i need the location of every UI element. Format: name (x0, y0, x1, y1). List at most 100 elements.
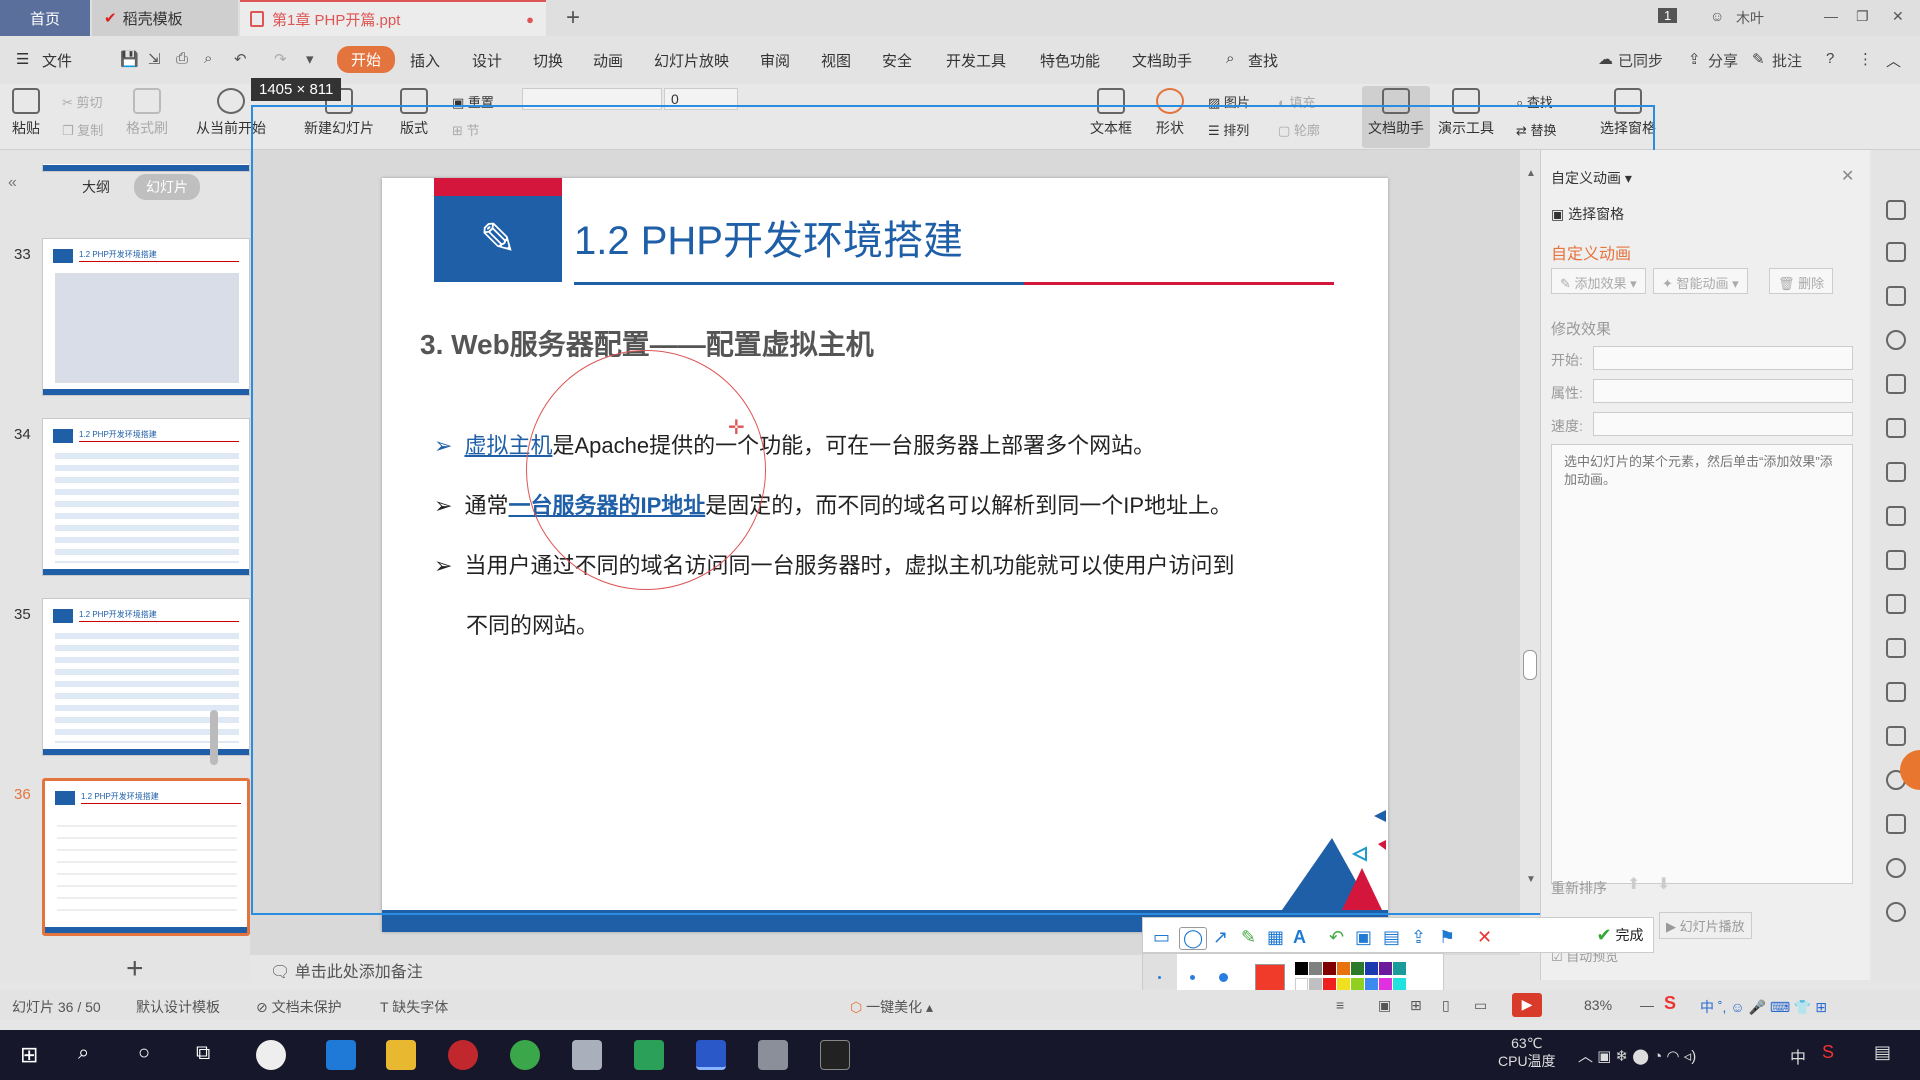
current-color-swatch[interactable] (1255, 964, 1285, 992)
rectangle-tool-icon[interactable]: ▭ (1153, 927, 1170, 948)
window-count-badge[interactable]: 1 (1658, 8, 1678, 23)
menu-view[interactable]: 视图 (821, 50, 851, 71)
play-slideshow-button[interactable]: ▶ (1512, 993, 1542, 1017)
archive-icon[interactable] (1886, 682, 1906, 702)
location-icon[interactable] (1886, 330, 1906, 350)
share-icon[interactable]: ⇪ (1688, 50, 1701, 68)
tab-modified-dot-icon[interactable]: ● (526, 12, 534, 27)
app-gray-icon[interactable] (758, 1040, 788, 1070)
copy-button[interactable]: ❐ 复制 (62, 120, 103, 139)
missing-font-button[interactable]: T 缺失字体 (380, 997, 448, 1017)
notification-icon[interactable]: ▤ (1874, 1042, 1891, 1063)
terminal-icon[interactable] (820, 1040, 850, 1070)
ime-indicator[interactable]: 中 (1790, 1044, 1806, 1068)
minimize-icon[interactable]: — (1824, 8, 1838, 24)
close-panel-icon[interactable]: ✕ (1841, 166, 1854, 186)
shield-icon[interactable] (1886, 814, 1906, 834)
task-view-icon[interactable]: ⧉ (196, 1042, 210, 1065)
copy-tool-icon[interactable]: ▤ (1383, 927, 1400, 948)
beautify-button[interactable]: ⬡ 一键美化 ▴ (850, 997, 933, 1017)
color-gray[interactable] (1309, 962, 1322, 975)
pen-tool-icon[interactable]: ✎ (1241, 927, 1256, 948)
tab-outline[interactable]: 大纲 (70, 174, 122, 200)
quick-access-dropdown-icon[interactable]: ▾ (306, 50, 314, 68)
cancel-tool-icon[interactable]: ✕ (1477, 927, 1492, 948)
share-tool-icon[interactable]: ⇪ (1411, 927, 1426, 948)
tab-slides[interactable]: 幻灯片 (134, 174, 200, 200)
menu-security[interactable]: 安全 (882, 50, 912, 71)
sorter-view-icon[interactable]: ⊞ (1410, 997, 1422, 1014)
ime-logo-icon[interactable]: S (1664, 993, 1676, 1014)
property-select[interactable] (1593, 379, 1853, 403)
cortana-icon[interactable]: ○ (138, 1042, 150, 1065)
thumbs-scrollbar[interactable] (210, 710, 218, 765)
color-orange[interactable] (1337, 962, 1350, 975)
ime-toolbar-icon[interactable]: 中 ˚, ☺ 🎤 ⌨ 👕 ⊞ (1700, 997, 1827, 1017)
print-icon[interactable]: ⎙ (176, 50, 188, 67)
color-purple[interactable] (1379, 962, 1392, 975)
color-blue[interactable] (1365, 962, 1378, 975)
normal-view-icon[interactable]: ▣ (1378, 997, 1391, 1014)
save-icon[interactable]: 💾 (120, 50, 139, 68)
slide-thumb-35[interactable]: 1.2 PHP开发环境搭建 (42, 598, 250, 756)
slide-thumb-32-partial[interactable] (42, 164, 250, 172)
scroll-down-icon[interactable]: ▼ (1526, 874, 1536, 885)
history-icon[interactable] (1886, 858, 1906, 878)
help-icon[interactable]: ? (1826, 50, 1834, 67)
add-slide-button[interactable]: + (126, 952, 144, 986)
move-up-icon[interactable]: ⬆ (1627, 874, 1640, 894)
save-tool-icon[interactable]: ▣ (1355, 927, 1372, 948)
pin-tool-icon[interactable]: ⚑ (1439, 927, 1455, 948)
reading-view-icon[interactable]: ▯ (1442, 997, 1450, 1014)
preview-icon[interactable]: ⌕ (204, 50, 212, 67)
collapse-ribbon-icon[interactable]: ︿ (1886, 50, 1901, 71)
menu-search[interactable]: 查找 (1248, 50, 1278, 71)
search-icon[interactable]: ⌕ (1226, 50, 1234, 67)
menu-insert[interactable]: 插入 (410, 50, 440, 71)
export-icon[interactable]: ⇲ (148, 50, 161, 68)
speed-select[interactable] (1593, 412, 1853, 436)
restore-icon[interactable]: ❐ (1856, 8, 1869, 25)
sync-status[interactable]: 已同步 (1618, 50, 1663, 71)
animation-list[interactable]: 选中幻灯片的某个元素，然后单击“添加效果”添加动画。 (1551, 444, 1853, 884)
delete-button[interactable]: 🗑 删除 (1769, 268, 1834, 294)
color-teal[interactable] (1393, 962, 1406, 975)
text-tool-icon[interactable]: A (1293, 927, 1306, 948)
menu-start[interactable]: 开始 (337, 46, 396, 73)
windows-start-icon[interactable]: ⊞ (20, 1042, 38, 1068)
color-green[interactable] (1351, 962, 1364, 975)
tray-icons[interactable]: ︿ ▣ ❄ ⬤ ◔ ◠ ◃) (1578, 1045, 1696, 1066)
user-icon[interactable]: ☺ (1710, 8, 1724, 24)
table-icon[interactable] (1886, 418, 1906, 438)
start-select[interactable] (1593, 346, 1853, 370)
smart-anim-button[interactable]: ✦ 智能动画 ▾ (1653, 268, 1748, 294)
ellipse-tool-icon[interactable]: ◯ (1179, 927, 1208, 950)
menu-slideshow[interactable]: 幻灯片放映 (654, 50, 729, 71)
tab-document[interactable]: 第1章 PHP开篇.ppt ● (240, 0, 546, 36)
design-template[interactable]: 默认设计模板 (136, 997, 220, 1017)
editor-scrollbar-thumb[interactable] (1523, 650, 1537, 680)
app-s-icon[interactable] (256, 1040, 286, 1070)
scroll-up-icon[interactable]: ▲ (1526, 168, 1536, 179)
menu-file[interactable]: 文件 (42, 50, 72, 71)
image-icon[interactable] (1886, 594, 1906, 614)
slide-thumb-34[interactable]: 1.2 PHP开发环境搭建 (42, 418, 250, 576)
search-icon[interactable]: ⌕ (78, 1042, 89, 1065)
protect-status[interactable]: ⊘ 文档未保护 (256, 997, 342, 1017)
picture-icon[interactable] (1886, 726, 1906, 746)
shapes-icon[interactable] (1886, 286, 1906, 306)
wps-icon[interactable] (696, 1040, 726, 1070)
size-medium-dot[interactable] (1190, 975, 1195, 980)
mosaic-tool-icon[interactable]: ▦ (1267, 927, 1284, 948)
slide-thumb-36-selected[interactable]: 1.2 PHP开发环境搭建 (42, 778, 250, 936)
help-icon[interactable] (1886, 902, 1906, 922)
slideshow-button[interactable]: ▶ 幻灯片播放 (1659, 912, 1752, 939)
menu-design[interactable]: 设计 (472, 50, 502, 71)
app-generic-icon[interactable] (572, 1040, 602, 1070)
cut-button[interactable]: ✂ 剪切 (62, 92, 103, 111)
share-button[interactable]: 分享 (1708, 50, 1738, 71)
menu-doc-helper[interactable]: 文档助手 (1132, 50, 1192, 71)
done-button[interactable]: ✔ 完成 (1587, 918, 1653, 952)
edge-icon[interactable] (326, 1040, 356, 1070)
green-app-icon[interactable] (634, 1040, 664, 1070)
